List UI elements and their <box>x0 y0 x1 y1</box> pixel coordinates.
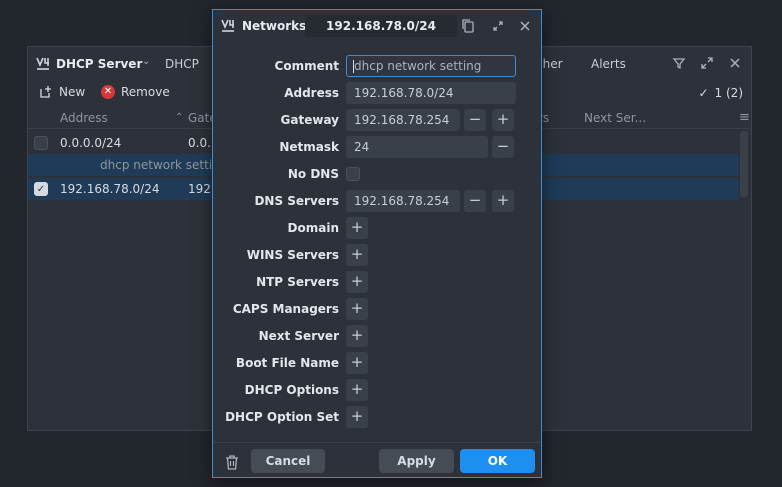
no-dns-row: No DNS <box>213 163 543 185</box>
new-button[interactable]: New <box>39 85 85 99</box>
dhcp-option-set-add-button[interactable]: + <box>346 406 368 428</box>
apply-button[interactable]: Apply <box>379 449 454 473</box>
row-checkbox[interactable] <box>34 136 48 150</box>
boot-file-name-row: Boot File Name + <box>213 352 543 374</box>
domain-add-button[interactable]: + <box>346 217 368 239</box>
gateway-input[interactable]: 192.168.78.254 <box>346 109 460 131</box>
count-text: 1 (2) <box>714 86 743 100</box>
dhcp-options-add-button[interactable]: + <box>346 379 368 401</box>
ok-button[interactable]: OK <box>460 449 535 473</box>
domain-label: Domain <box>287 221 339 235</box>
gateway-add-button[interactable]: + <box>492 109 514 131</box>
dhcp-options-label: DHCP Options <box>244 383 339 397</box>
dialog-footer: Cancel Apply OK <box>213 442 541 478</box>
expand-icon[interactable] <box>700 56 714 70</box>
netmask-input[interactable]: 24 <box>346 136 488 158</box>
remove-button[interactable]: ✕ Remove <box>101 85 170 99</box>
column-menu-icon[interactable]: ≡ <box>739 110 750 125</box>
new-icon <box>40 86 51 98</box>
caps-managers-add-button[interactable]: + <box>346 298 368 320</box>
domain-row: Domain + <box>213 217 543 239</box>
remove-icon: ✕ <box>101 85 115 99</box>
cancel-button[interactable]: Cancel <box>251 449 325 473</box>
expand-icon[interactable] <box>491 19 505 33</box>
dns-servers-remove-button[interactable]: − <box>464 190 486 212</box>
boot-file-name-label: Boot File Name <box>235 356 339 370</box>
chevron-down-icon[interactable]: ⌄ <box>142 56 150 67</box>
next-server-label: Next Server <box>258 329 339 343</box>
address-label: Address <box>284 86 339 100</box>
row-address: 0.0.0.0/24 <box>60 136 122 150</box>
remove-label: Remove <box>121 85 170 99</box>
address-row: Address 192.168.78.0/24 <box>213 82 543 104</box>
dialog-title-bar: Networks 192.168.78.0/24 <box>213 10 541 42</box>
row-gateway: 0.0. <box>188 136 211 150</box>
close-icon[interactable] <box>518 19 532 33</box>
window-title: DHCP Server <box>56 57 143 71</box>
copy-icon[interactable] <box>461 18 475 34</box>
caps-managers-label: CAPS Managers <box>232 302 339 316</box>
dhcp-option-set-label: DHCP Option Set <box>225 410 339 424</box>
dhcp-options-row: DHCP Options + <box>213 379 543 401</box>
wins-servers-add-button[interactable]: + <box>346 244 368 266</box>
filter-icon[interactable] <box>672 56 686 70</box>
wins-servers-label: WINS Servers <box>246 248 339 262</box>
ntp-servers-add-button[interactable]: + <box>346 271 368 293</box>
gateway-row: Gateway 192.168.78.254 − + <box>213 109 543 131</box>
netmask-row: Netmask 24 − <box>213 136 543 158</box>
dns-servers-label: DNS Servers <box>254 194 339 208</box>
check-icon: ✓ <box>698 86 709 100</box>
dialog-title: Networks <box>242 19 307 33</box>
app-logo-icon <box>221 19 234 32</box>
dns-servers-row: DNS Servers 192.168.78.254 − + <box>213 190 543 212</box>
tab-dhcp[interactable]: DHCP <box>165 57 199 71</box>
next-server-row: Next Server + <box>213 325 543 347</box>
ntp-servers-label: NTP Servers <box>256 275 339 289</box>
gateway-remove-button[interactable]: − <box>464 109 486 131</box>
trash-icon[interactable] <box>224 454 240 470</box>
wins-servers-row: WINS Servers + <box>213 244 543 266</box>
next-server-add-button[interactable]: + <box>346 325 368 347</box>
new-label: New <box>59 85 86 99</box>
sort-ascending-icon: ⌃ <box>175 112 184 123</box>
column-header-next-server[interactable]: Next Ser... <box>584 111 646 125</box>
selection-count: ✓ 1 (2) <box>698 86 743 100</box>
boot-file-name-add-button[interactable]: + <box>346 352 368 374</box>
networks-dialog: Networks 192.168.78.0/24 Comment dhcp ne… <box>212 9 542 478</box>
dns-servers-input[interactable]: 192.168.78.254 <box>346 190 460 212</box>
comment-label: Comment <box>274 59 339 73</box>
caps-managers-row: CAPS Managers + <box>213 298 543 320</box>
app-logo-icon <box>36 57 49 70</box>
column-header-address[interactable]: Address <box>60 111 108 125</box>
dialog-subtitle: 192.168.78.0/24 <box>305 15 457 37</box>
row-address: 192.168.78.0/24 <box>60 182 160 196</box>
dhcp-option-set-row: DHCP Option Set + <box>213 406 543 428</box>
row-checkbox-checked[interactable]: ✓ <box>34 182 48 196</box>
tab-alerts[interactable]: Alerts <box>591 57 626 71</box>
comment-row: Comment dhcp network setting <box>213 55 543 77</box>
comment-input[interactable]: dhcp network setting <box>346 55 516 77</box>
ntp-servers-row: NTP Servers + <box>213 271 543 293</box>
address-input[interactable]: 192.168.78.0/24 <box>346 82 516 104</box>
no-dns-checkbox[interactable] <box>346 167 360 181</box>
no-dns-label: No DNS <box>287 167 339 181</box>
close-icon[interactable] <box>728 56 742 70</box>
netmask-remove-button[interactable]: − <box>492 136 514 158</box>
gateway-label: Gateway <box>280 113 339 127</box>
row-comment: dhcp network setting <box>100 158 228 172</box>
dns-servers-add-button[interactable]: + <box>492 190 514 212</box>
vertical-scrollbar[interactable] <box>740 131 748 197</box>
netmask-label: Netmask <box>279 140 339 154</box>
